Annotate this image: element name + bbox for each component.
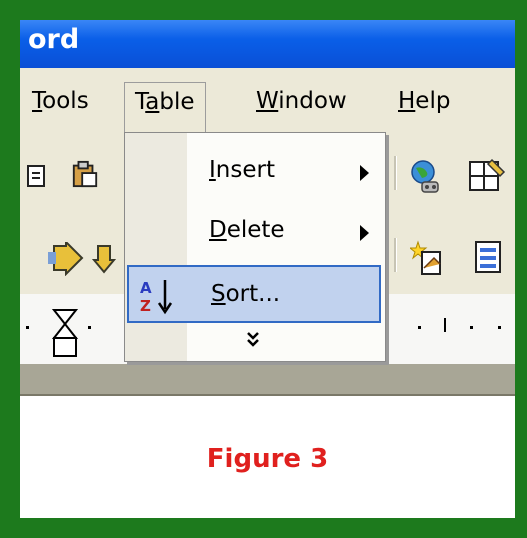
table-menu-dropdown: Insert Delete A Z Sort...	[124, 132, 386, 362]
ruler-mark	[444, 318, 446, 332]
menu-help[interactable]: Help	[398, 88, 450, 114]
toolbar-separator-2	[394, 238, 397, 272]
document-area: Figure 3	[20, 396, 515, 518]
menu-tools[interactable]: Tools	[32, 88, 89, 114]
next-arrow-icon[interactable]	[46, 242, 86, 276]
menu-item-sort[interactable]: A Z Sort...	[127, 265, 381, 323]
svg-text:A: A	[140, 279, 152, 297]
indent-marker-icon[interactable]	[52, 308, 78, 360]
sort-ascending-icon: A Z	[140, 279, 173, 315]
window-title: ord	[28, 24, 80, 55]
toolbar-separator	[394, 156, 397, 190]
menu-item-insert-label: Insert	[209, 157, 275, 183]
ruler-tick	[88, 326, 91, 329]
paste-icon[interactable]	[70, 160, 100, 188]
menu-bar: Tools Table Window Help	[20, 68, 515, 134]
new-comment-icon[interactable]	[410, 238, 446, 278]
title-bar: ord	[20, 20, 515, 68]
toolbar-icon-partial[interactable]	[92, 242, 116, 276]
web-toolbar-icon[interactable]	[408, 158, 444, 194]
document-map-icon[interactable]	[472, 238, 506, 278]
ruler-tick	[498, 326, 501, 329]
figure-caption: Figure 3	[206, 444, 329, 474]
submenu-arrow-icon	[360, 225, 369, 241]
ruler-border-band	[20, 364, 515, 396]
ruler-tick	[418, 326, 421, 329]
menu-expand-button[interactable]	[125, 327, 385, 357]
menu-window[interactable]: Window	[256, 88, 347, 114]
tables-borders-icon[interactable]	[466, 156, 506, 194]
menu-item-insert[interactable]: Insert	[125, 141, 385, 201]
chevron-double-down-icon	[247, 332, 259, 347]
submenu-arrow-icon	[360, 165, 369, 181]
menu-table[interactable]: Table	[124, 82, 206, 134]
screenshot-area: ord Tools Table Window Help Figure 3 Ins…	[20, 20, 515, 518]
green-border-frame: ord Tools Table Window Help Figure 3 Ins…	[0, 0, 527, 538]
ruler-tick	[470, 326, 473, 329]
preview-icon[interactable]	[24, 162, 54, 190]
menu-item-sort-label: Sort...	[211, 281, 281, 307]
menu-item-delete[interactable]: Delete	[125, 201, 385, 261]
ruler-tick	[26, 326, 29, 329]
svg-text:Z: Z	[140, 297, 151, 315]
menu-item-delete-label: Delete	[209, 217, 285, 243]
